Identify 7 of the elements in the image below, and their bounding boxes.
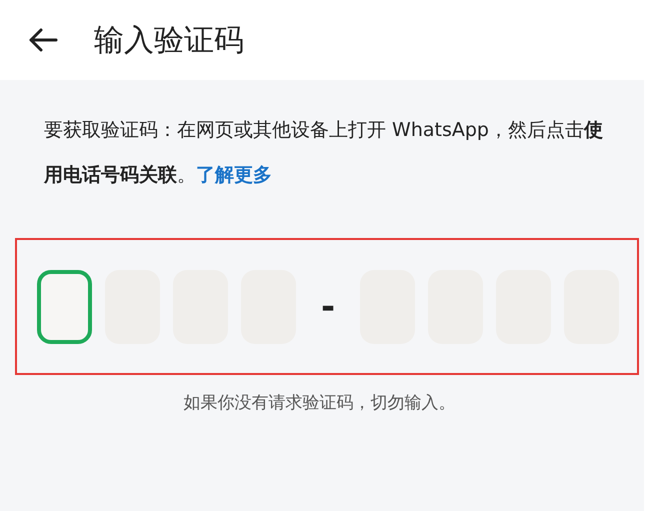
separator-text: -: [320, 286, 336, 326]
warning-note: 如果你没有请求验证码，切勿输入。: [182, 392, 456, 414]
learn-more-link[interactable]: 了解更多: [196, 164, 272, 186]
back-icon[interactable]: [28, 28, 58, 52]
digit-field[interactable]: [37, 270, 92, 344]
page-title: 输入验证码: [94, 22, 244, 60]
instructions-text: 要获取验证码：在网页或其他设备上打开 WhatsApp，然后点击使用电话号码关联。了解更多: [44, 118, 604, 188]
